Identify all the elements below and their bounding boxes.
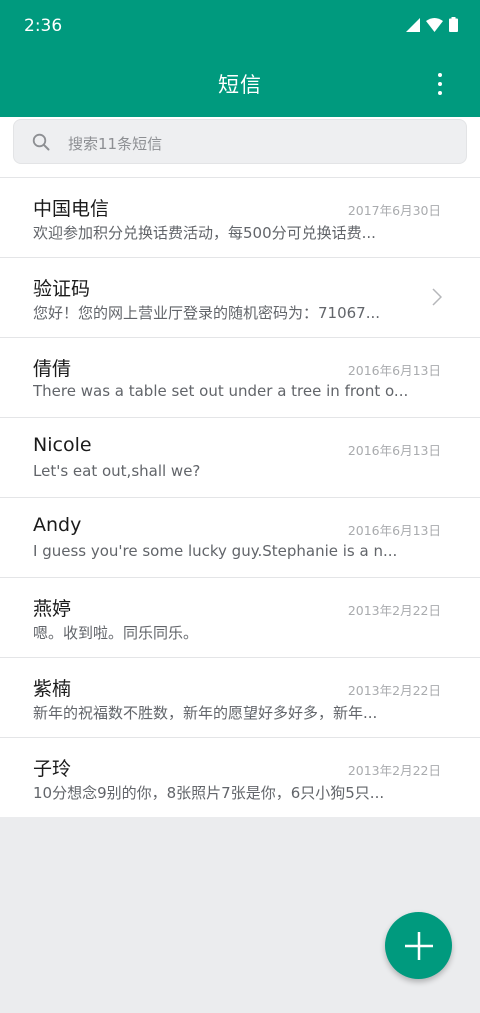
- message-preview: 欢迎参加积分兑换话费活动，每500分可兑换话费...: [33, 224, 376, 242]
- message-date: 2016年6月13日: [347, 523, 441, 538]
- sender-name: 子玲: [33, 758, 72, 780]
- signal-icon: [406, 17, 420, 32]
- battery-icon: [449, 17, 458, 32]
- message-row[interactable]: 中国电信 2017年6月30日 欢迎参加积分兑换话费活动，每500分可兑换话费.…: [0, 177, 480, 257]
- sender-name: 倩倩: [33, 358, 72, 380]
- search-input[interactable]: 搜索11条短信: [13, 119, 467, 164]
- sender-name: Nicole: [33, 434, 92, 456]
- message-row[interactable]: Nicole 2016年6月13日 Let's eat out,shall we…: [0, 417, 480, 497]
- chevron-right-icon: [432, 288, 442, 306]
- app-bar: 短信: [0, 52, 480, 117]
- message-preview: Let's eat out,shall we?: [33, 462, 201, 480]
- message-date: 2013年2月22日: [347, 763, 441, 778]
- message-date: 2013年2月22日: [347, 683, 441, 698]
- message-preview: I guess you're some lucky guy.Stephanie …: [33, 542, 398, 560]
- message-date: 2017年6月30日: [347, 203, 441, 218]
- page-title: 短信: [218, 73, 262, 97]
- new-message-button[interactable]: [385, 912, 452, 979]
- message-preview: 嗯。收到啦。同乐同乐。: [33, 624, 199, 642]
- message-row[interactable]: 验证码 您好！您的网上营业厅登录的随机密码为：71067...: [0, 257, 480, 337]
- message-preview: 您好！您的网上营业厅登录的随机密码为：71067...: [33, 304, 381, 322]
- status-bar: 2:36: [0, 0, 480, 52]
- sender-name: 中国电信: [33, 198, 110, 220]
- message-list: 中国电信 2017年6月30日 欢迎参加积分兑换话费活动，每500分可兑换话费.…: [0, 177, 480, 817]
- plus-icon: [404, 931, 433, 960]
- status-time: 2:36: [24, 16, 63, 36]
- message-preview: 10分想念9别的你，8张照片7张是你，6只小狗5只...: [33, 784, 385, 802]
- message-preview: There was a table set out under a tree i…: [33, 382, 409, 400]
- search-icon: [32, 133, 50, 151]
- message-row[interactable]: Andy 2016年6月13日 I guess you're some luck…: [0, 497, 480, 577]
- message-row[interactable]: 燕婷 2013年2月22日 嗯。收到啦。同乐同乐。: [0, 577, 480, 657]
- sender-name: 燕婷: [33, 598, 72, 620]
- message-date: 2016年6月13日: [347, 443, 441, 458]
- more-vert-icon[interactable]: [430, 70, 450, 98]
- message-row[interactable]: 倩倩 2016年6月13日 There was a table set out …: [0, 337, 480, 417]
- message-date: 2016年6月13日: [347, 363, 441, 378]
- message-preview: 新年的祝福数不胜数，新年的愿望好多好多，新年...: [33, 704, 378, 722]
- wifi-icon: [426, 17, 443, 32]
- message-date: 2013年2月22日: [347, 603, 441, 618]
- search-container: 搜索11条短信: [0, 117, 480, 177]
- search-placeholder: 搜索11条短信: [68, 135, 163, 153]
- sender-name: 紫楠: [33, 678, 72, 700]
- status-icons: [406, 17, 458, 32]
- sender-name: Andy: [33, 514, 82, 536]
- message-row[interactable]: 紫楠 2013年2月22日 新年的祝福数不胜数，新年的愿望好多好多，新年...: [0, 657, 480, 737]
- sender-name: 验证码: [33, 278, 91, 300]
- message-row[interactable]: 子玲 2013年2月22日 10分想念9别的你，8张照片7张是你，6只小狗5只.…: [0, 737, 480, 817]
